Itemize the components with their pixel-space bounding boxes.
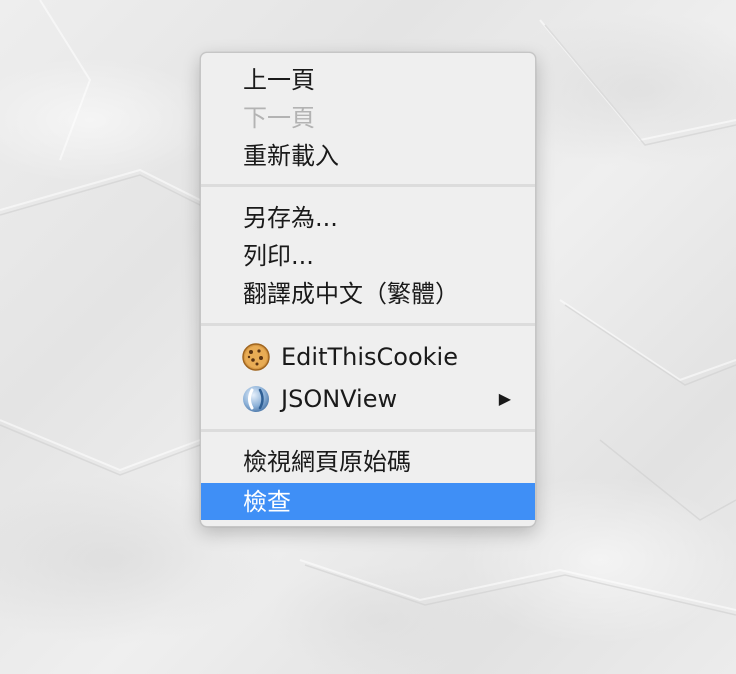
menu-item-reload[interactable]: 重新載入 <box>201 139 535 173</box>
menu-item-save-as[interactable]: 另存為... <box>201 201 535 235</box>
menu-item-forward[interactable]: 下一頁 <box>201 101 535 135</box>
menu-item-forward-label: 下一頁 <box>243 104 315 132</box>
context-menu: 上一頁 下一頁 重新載入 另存為... 列印... 翻譯成中文（繁體） Edit… <box>200 52 536 527</box>
jsonview-icon <box>243 386 269 412</box>
menu-item-view-source[interactable]: 檢視網頁原始碼 <box>201 445 535 479</box>
menu-separator <box>201 184 535 187</box>
menu-separator <box>201 323 535 326</box>
menu-separator <box>201 429 535 432</box>
menu-item-editthiscookie-label: EditThisCookie <box>281 343 458 371</box>
submenu-arrow-icon: ▶ <box>498 389 511 408</box>
menu-item-print[interactable]: 列印... <box>201 239 535 273</box>
cookie-icon <box>242 343 270 371</box>
menu-item-editthiscookie[interactable]: EditThisCookie <box>201 338 535 376</box>
menu-item-reload-label: 重新載入 <box>243 142 339 170</box>
menu-item-back-label: 上一頁 <box>243 66 315 94</box>
menu-item-view-source-label: 檢視網頁原始碼 <box>243 448 411 476</box>
menu-item-back[interactable]: 上一頁 <box>201 63 535 97</box>
menu-item-jsonview[interactable]: JSONView ▶ <box>201 380 535 418</box>
menu-item-translate[interactable]: 翻譯成中文（繁體） <box>201 277 535 311</box>
menu-item-jsonview-label: JSONView <box>281 385 398 413</box>
menu-item-print-label: 列印... <box>243 242 314 270</box>
menu-item-inspect-label: 檢查 <box>243 487 291 516</box>
menu-item-save-as-label: 另存為... <box>243 204 338 232</box>
menu-item-inspect[interactable]: 檢查 <box>201 483 535 520</box>
menu-item-translate-label: 翻譯成中文（繁體） <box>243 280 459 308</box>
